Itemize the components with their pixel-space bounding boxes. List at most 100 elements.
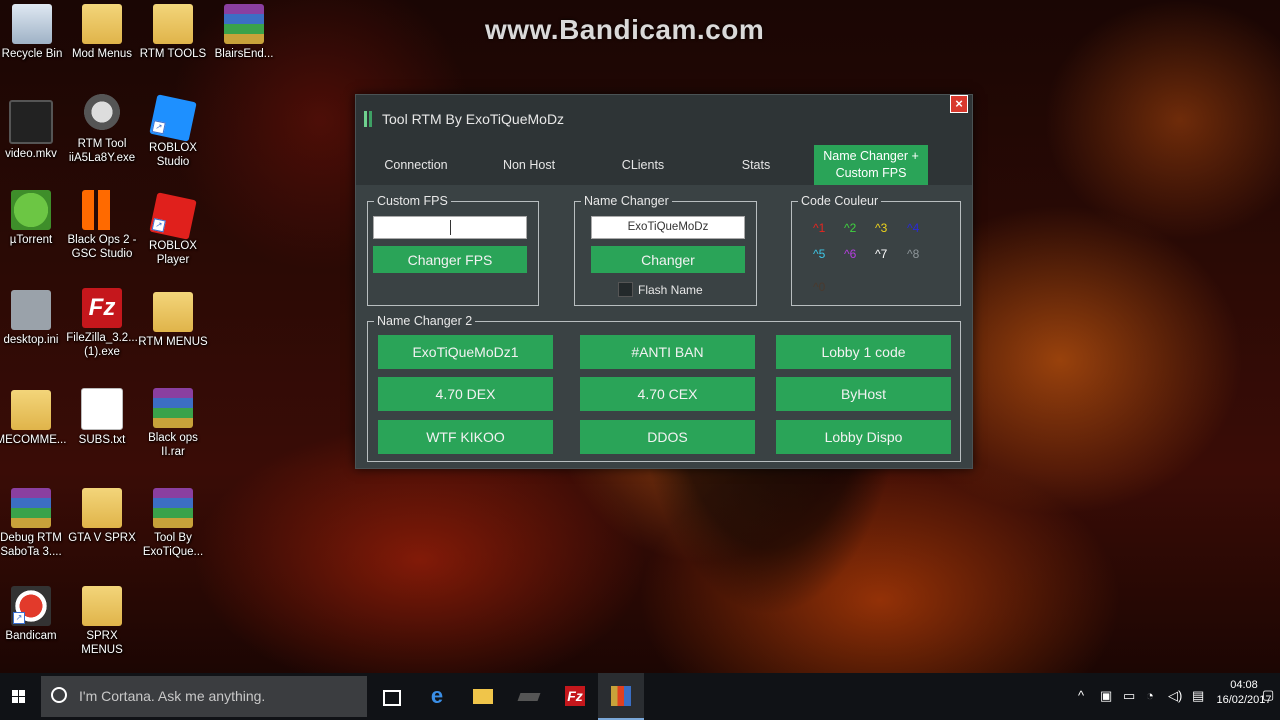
text-caret <box>450 220 451 235</box>
notifications-icon[interactable]: ▢ <box>1262 687 1274 703</box>
name-input[interactable]: ExoTiQueMoDz <box>591 216 745 239</box>
settings-file-icon <box>11 290 51 330</box>
folder-icon <box>11 390 51 430</box>
bandicam-icon: ↗ <box>11 586 51 626</box>
preset-name-button[interactable]: WTF KIKOO <box>378 420 553 454</box>
edge-button[interactable]: e <box>414 673 460 720</box>
desktop-icon-subs-txt[interactable]: SUBS.txt <box>65 388 139 447</box>
app-taskbar-button[interactable] <box>506 673 552 720</box>
desktop-icon-utorrent[interactable]: µTorrent <box>0 190 68 247</box>
desktop-icon-filezilla[interactable]: Fz FileZilla_3.2... (1).exe <box>65 288 139 359</box>
desktop-icon-mod-menus[interactable]: Mod Menus <box>65 4 139 61</box>
desktop-icon-rtm-tools[interactable]: RTM TOOLS <box>136 4 210 61</box>
color-code-4[interactable]: ^4 <box>907 221 919 235</box>
winrar-archive-icon <box>153 388 193 428</box>
fps-input[interactable] <box>373 216 527 239</box>
color-code-8[interactable]: ^8 <box>907 247 919 261</box>
video-file-icon <box>9 100 53 144</box>
roblox-player-icon: ↗ <box>149 192 197 240</box>
desktop-icon-roblox-player[interactable]: ↗ ROBLOX Player <box>136 192 210 267</box>
color-code-3[interactable]: ^3 <box>875 221 887 235</box>
color-code-7[interactable]: ^7 <box>875 247 887 261</box>
desktop-icon-gta-v-sprx[interactable]: GTA V SPRX <box>65 488 139 545</box>
cortana-icon <box>51 687 67 703</box>
rtm-tool-window: Tool RTM By ExoTiQueMoDz × Connection No… <box>355 94 973 469</box>
app-logo-bar-icon <box>369 111 372 127</box>
group-title: Custom FPS <box>374 193 451 209</box>
desktop-icon-black-ops-2-gsc[interactable]: Black Ops 2 - GSC Studio <box>65 190 139 261</box>
group-title: Name Changer 2 <box>374 313 476 329</box>
code-couleur-group: Code Couleur ^1 ^2 ^3 ^4 ^5 ^6 ^7 ^8 ^0 <box>791 193 961 306</box>
folder-icon <box>153 292 193 332</box>
battery-tray-icon[interactable]: ▭ <box>1123 688 1135 704</box>
preset-name-button[interactable]: Lobby 1 code <box>776 335 951 369</box>
tab-label-line2: Custom FPS <box>835 166 907 180</box>
preset-name-button[interactable]: 4.70 CEX <box>580 377 755 411</box>
windows-logo-icon <box>12 690 26 704</box>
desktop-icon-debug-rtm[interactable]: Debug RTM SaboTa 3.... <box>0 488 68 559</box>
winrar-archive-icon <box>11 488 51 528</box>
winrar-archive-icon <box>153 488 193 528</box>
wifi-tray-icon[interactable]: ◔ <box>1146 688 1154 703</box>
preset-name-button[interactable]: #ANTI BAN <box>580 335 755 369</box>
black-ops-icon <box>82 190 122 230</box>
winrar-archive-icon <box>224 4 264 44</box>
changer-name-button[interactable]: Changer <box>591 246 745 273</box>
start-button[interactable] <box>0 673 40 720</box>
desktop-icon-black-ops-rar[interactable]: Black ops II.rar <box>136 388 210 459</box>
desktop-icon-blairsend[interactable]: BlairsEnd... <box>207 4 281 61</box>
task-view-button[interactable] <box>368 673 414 720</box>
color-code-6[interactable]: ^6 <box>844 247 856 261</box>
group-title: Name Changer <box>581 193 672 209</box>
tab-connection[interactable]: Connection <box>356 145 476 185</box>
network-tray-icon[interactable]: ▣ <box>1100 688 1112 704</box>
desktop-icon-rtm-tool-exe[interactable]: RTM Tool iiA5La8Y.exe <box>65 94 139 165</box>
controller-app-icon <box>517 693 541 701</box>
folder-icon <box>153 4 193 44</box>
color-code-1[interactable]: ^1 <box>813 221 825 235</box>
preset-name-button[interactable]: DDOS <box>580 420 755 454</box>
folder-icon <box>82 4 122 44</box>
preset-name-button[interactable]: ByHost <box>776 377 951 411</box>
color-code-5[interactable]: ^5 <box>813 247 825 261</box>
close-button[interactable]: × <box>950 95 968 113</box>
tab-stats[interactable]: Stats <box>700 145 812 185</box>
preset-name-button[interactable]: ExoTiQueMoDz1 <box>378 335 553 369</box>
desktop-icon-tool-by-exotique[interactable]: Tool By ExoTiQue... <box>136 488 210 559</box>
preset-name-button[interactable]: Lobby Dispo <box>776 420 951 454</box>
tab-name-changer-custom-fps[interactable]: Name Changer + Custom FPS <box>814 145 928 185</box>
window-titlebar[interactable]: Tool RTM By ExoTiQueMoDz × <box>356 95 972 143</box>
folder-icon <box>473 689 493 704</box>
desktop-icon-bandicam[interactable]: ↗ Bandicam <box>0 586 68 643</box>
desktop-icon-mecomme[interactable]: MECOMME... <box>0 390 68 447</box>
preset-name-button[interactable]: 4.70 DEX <box>378 377 553 411</box>
edge-icon: e <box>430 683 444 708</box>
filezilla-taskbar-button[interactable]: Fz <box>552 673 598 720</box>
cortana-search-box[interactable]: I'm Cortana. Ask me anything. <box>41 676 367 717</box>
flash-name-checkbox[interactable] <box>618 282 633 297</box>
roblox-studio-icon: ↗ <box>149 94 197 142</box>
group-title: Code Couleur <box>798 193 882 209</box>
desktop-icon-rtm-menus[interactable]: RTM MENUS <box>136 292 210 349</box>
filezilla-icon: Fz <box>82 288 122 328</box>
language-tray-icon[interactable]: ▤ <box>1192 688 1204 704</box>
show-hidden-icons-chevron-icon[interactable]: ^ <box>1078 688 1084 703</box>
desktop-icon-desktop-ini[interactable]: desktop.ini <box>0 290 68 347</box>
volume-tray-icon[interactable]: ◁) <box>1168 688 1182 704</box>
color-code-0[interactable]: ^0 <box>813 280 825 294</box>
desktop-icon-sprx-menus[interactable]: SPRX MENUS <box>65 586 139 657</box>
tab-clients[interactable]: CLients <box>586 145 700 185</box>
task-view-icon <box>383 690 401 706</box>
rtm-tool-taskbar-button[interactable] <box>598 673 644 720</box>
utorrent-icon <box>11 190 51 230</box>
shortcut-arrow-icon: ↗ <box>151 120 166 135</box>
folder-icon <box>82 488 122 528</box>
file-explorer-button[interactable] <box>460 673 506 720</box>
text-file-icon <box>81 388 123 430</box>
desktop-icon-video-mkv[interactable]: video.mkv <box>0 100 68 161</box>
tab-non-host[interactable]: Non Host <box>472 145 586 185</box>
changer-fps-button[interactable]: Changer FPS <box>373 246 527 273</box>
desktop-icon-roblox-studio[interactable]: ↗ ROBLOX Studio <box>136 94 210 169</box>
color-code-2[interactable]: ^2 <box>844 221 856 235</box>
desktop-icon-recycle-bin[interactable]: Recycle Bin <box>0 4 69 61</box>
